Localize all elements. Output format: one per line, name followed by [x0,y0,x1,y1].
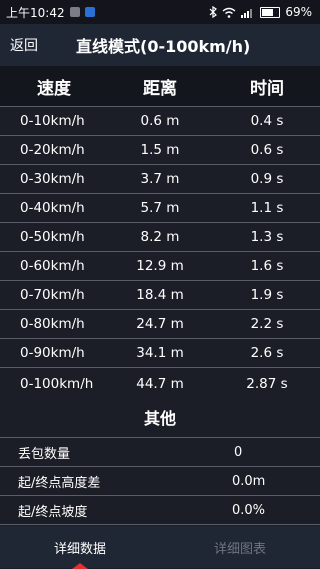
cell-speed: 0-60km/h [20,258,85,274]
tab-details[interactable]: 详细数据 [0,526,160,568]
cell-time: 2.87 s [246,376,288,392]
cell-speed: 0-30km/h [20,171,85,187]
item-label: 起/终点坡度 [18,504,88,520]
cell-time: 0.9 s [250,171,284,187]
item-value: 0 [234,444,243,460]
table-header: 速度 距离 时间 [0,66,320,107]
cell-distance: 24.7 m [136,316,184,332]
table-row: 0-30km/h 3.7 m 0.9 s [0,165,320,194]
cell-distance: 1.5 m [140,142,180,158]
active-tab-indicator [72,563,88,569]
item-label: 丢包数量 [18,446,71,462]
bluetooth-icon [209,6,218,18]
app-bar: 返回 直线模式(0-100km/h) [0,24,320,66]
item-value: 0.0% [232,502,266,518]
gallery-icon [69,7,80,17]
cell-speed: 0-10km/h [20,113,85,129]
cell-time: 1.9 s [250,287,284,303]
cell-speed: 0-80km/h [20,316,85,332]
cell-time: 0.4 s [250,113,284,129]
table-row: 0-10km/h 0.6 m 0.4 s [0,107,320,136]
table-row: 0-90km/h 34.1 m 2.6 s [0,339,320,368]
tab-bar: 详细数据 详细图表 [0,526,320,569]
list-item: 起/终点坡度 0.0% [0,496,320,525]
status-time: 上午10:42 [6,5,65,20]
cell-time: 2.6 s [250,345,284,361]
cell-time: 1.6 s [250,258,284,274]
table-row: 0-20km/h 1.5 m 0.6 s [0,136,320,165]
wifi-icon [222,7,236,18]
cell-distance: 3.7 m [140,171,180,187]
cell-speed: 0-40km/h [20,200,85,216]
header-speed: 速度 [37,78,71,99]
tab-details-label: 详细数据 [53,541,106,557]
cell-distance: 12.9 m [136,258,184,274]
header-time: 时间 [250,78,284,99]
table-row: 0-100km/h 44.7 m 2.87 s [0,368,320,400]
cell-distance: 34.1 m [136,345,184,361]
list-item: 起/终点高度差 0.0m [0,467,320,496]
page-title: 直线模式(0-100km/h) [76,37,251,56]
cell-time: 1.1 s [250,200,284,216]
item-label: 起/终点高度差 [18,475,101,491]
item-value: 0.0m [232,473,266,489]
cell-time: 1.3 s [250,229,284,245]
cell-distance: 5.7 m [140,200,180,216]
cell-distance: 44.7 m [136,376,184,392]
other-list: 丢包数量 0 起/终点高度差 0.0m 起/终点坡度 0.0% [0,437,320,525]
tab-charts-label: 详细图表 [213,541,266,557]
cell-speed: 0-90km/h [20,345,85,361]
table-row: 0-50km/h 8.2 m 1.3 s [0,223,320,252]
tab-charts[interactable]: 详细图表 [160,526,320,568]
cell-speed: 0-50km/h [20,229,85,245]
table-row: 0-70km/h 18.4 m 1.9 s [0,281,320,310]
table-row: 0-80km/h 24.7 m 2.2 s [0,310,320,339]
cell-time: 2.2 s [250,316,284,332]
battery-icon [260,6,281,18]
cell-distance: 8.2 m [140,229,180,245]
other-heading: 其他 [143,409,176,428]
signal-icon [241,8,253,18]
back-button[interactable]: 返回 [0,35,52,55]
cell-speed: 0-20km/h [20,142,85,158]
table-row: 0-60km/h 12.9 m 1.6 s [0,252,320,281]
upload-icon [84,7,95,17]
header-distance: 距离 [143,78,177,99]
table-row: 0-40km/h 5.7 m 1.1 s [0,194,320,223]
status-bar: 上午10:42 69% [0,0,320,24]
speed-table: 速度 距离 时间 0-10km/h 0.6 m 0.4 s 0-20km/h 1.5 m… [0,66,320,400]
list-item: 丢包数量 0 [0,438,320,467]
cell-distance: 0.6 m [140,113,180,129]
cell-speed: 0-70km/h [20,287,85,303]
cell-time: 0.6 s [250,142,284,158]
battery-percent: 69% [285,5,312,19]
cell-speed: 0-100km/h [20,376,94,392]
cell-distance: 18.4 m [136,287,184,303]
